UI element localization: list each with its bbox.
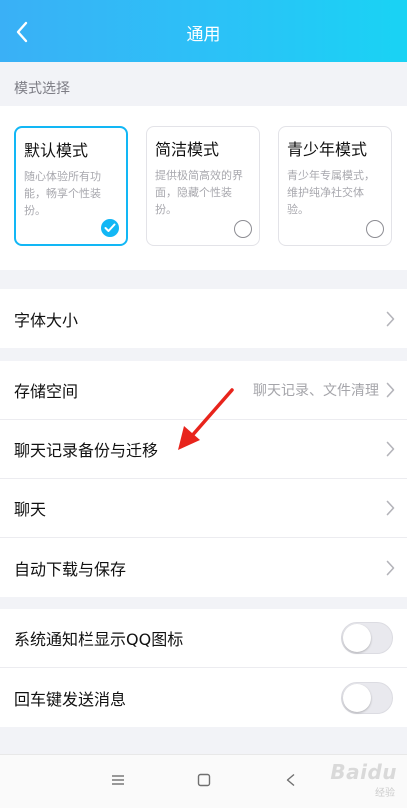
mode-desc: 随心体验所有功能，畅享个性装扮。 <box>24 170 101 217</box>
baidu-watermark-sub: 经验 <box>375 788 395 799</box>
toggle-group: 系统通知栏显示QQ图标 回车键发送消息 <box>0 609 407 727</box>
square-icon[interactable] <box>197 772 211 791</box>
mode-radio-checked[interactable] <box>101 219 119 237</box>
enter-send-row: 回车键发送消息 <box>0 668 407 727</box>
mode-title: 默认模式 <box>24 141 89 160</box>
toggle-knob <box>343 624 371 652</box>
chevron-right-icon <box>386 311 395 327</box>
mode-card-default[interactable]: 默认模式 随心体验所有功能，畅享个性装扮。 <box>14 126 128 246</box>
checkmark-icon <box>104 223 116 232</box>
back-triangle-icon[interactable] <box>285 772 297 791</box>
storage-value: 聊天记录、文件清理 <box>253 383 379 399</box>
mode-card-teen[interactable]: 青少年模式 青少年专属模式，维护纯净社交体验。 <box>278 126 392 246</box>
mode-radio[interactable] <box>234 220 252 238</box>
chevron-right-icon <box>386 441 395 457</box>
auto-download-label: 自动下载与保存 <box>14 559 127 579</box>
chat-label: 聊天 <box>14 500 47 519</box>
enter-send-toggle[interactable] <box>341 681 393 714</box>
mode-desc: 青少年专属模式，维护纯净社交体验。 <box>287 169 375 216</box>
annotation-arrow-icon <box>178 388 234 450</box>
app-header: 通用 <box>0 0 407 62</box>
chevron-right-icon <box>386 500 395 516</box>
mode-card-simple[interactable]: 简洁模式 提供极简高效的界面，隐藏个性装扮。 <box>146 126 260 246</box>
enter-send-label: 回车键发送消息 <box>14 689 127 709</box>
notification-icon-toggle[interactable] <box>341 622 393 654</box>
mode-desc: 提供极简高效的界面，隐藏个性装扮。 <box>155 169 243 216</box>
chat-row[interactable]: 聊天 <box>0 479 407 538</box>
notification-icon-label: 系统通知栏显示QQ图标 <box>14 630 184 649</box>
mode-radio[interactable] <box>366 220 384 238</box>
mode-title: 简洁模式 <box>155 140 220 159</box>
font-size-label: 字体大小 <box>14 310 79 330</box>
backup-label: 聊天记录备份与迁移 <box>14 441 159 460</box>
chevron-right-icon <box>386 382 395 398</box>
menu-icon[interactable] <box>111 772 125 791</box>
mode-title: 青少年模式 <box>287 140 368 159</box>
chevron-right-icon <box>386 560 395 576</box>
font-size-group: 字体大小 <box>0 289 407 348</box>
baidu-watermark: Baidu <box>330 760 397 784</box>
mode-section-label: 模式选择 <box>14 81 70 97</box>
mode-panel: 默认模式 随心体验所有功能，畅享个性装扮。 简洁模式 提供极简高效的界面，隐藏个… <box>0 106 407 270</box>
toggle-knob <box>343 683 371 712</box>
notification-icon-row: 系统通知栏显示QQ图标 <box>0 609 407 668</box>
page-title: 通用 <box>186 25 221 45</box>
font-size-row[interactable]: 字体大小 <box>0 289 407 348</box>
storage-label: 存储空间 <box>14 382 79 401</box>
auto-download-row[interactable]: 自动下载与保存 <box>0 538 407 597</box>
